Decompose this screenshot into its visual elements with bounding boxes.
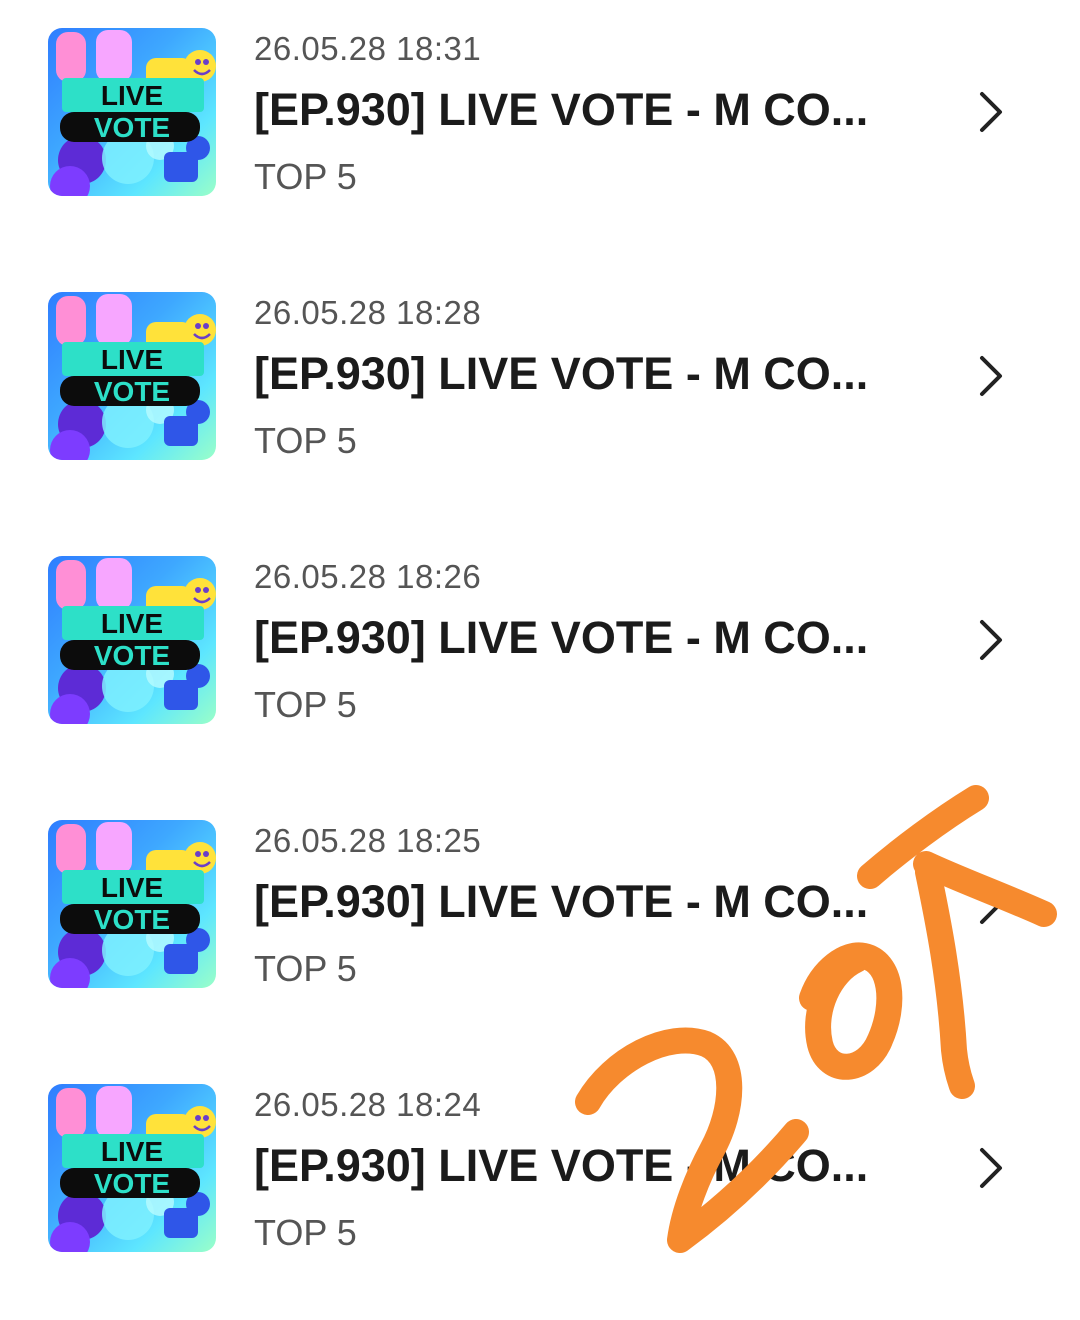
item-subtitle: TOP 5 — [254, 156, 357, 197]
thumbnail-text-vote: VOTE — [94, 112, 170, 143]
item-timestamp: 26.05.28 18:25 — [254, 822, 482, 859]
list-item[interactable]: LIVE VOTE 26.05.28 18:26 [EP.930] LIVE V… — [0, 528, 1080, 792]
item-timestamp: 26.05.28 18:26 — [254, 558, 482, 595]
list-item[interactable]: LIVE VOTE 26.05.28 18:25 [EP.930] LIVE V… — [0, 792, 1080, 1056]
thumbnail-text-live: LIVE — [101, 608, 163, 639]
item-title[interactable]: [EP.930] LIVE VOTE - M CO... — [254, 1140, 904, 1192]
item-timestamp: 26.05.28 18:28 — [254, 294, 482, 331]
thumbnail-text-live: LIVE — [101, 1136, 163, 1167]
live-vote-thumbnail: LIVE VOTE — [48, 820, 216, 988]
item-timestamp: 26.05.28 18:24 — [254, 1086, 482, 1123]
thumbnail-text-vote: VOTE — [94, 640, 170, 671]
item-title[interactable]: [EP.930] LIVE VOTE - M CO... — [254, 348, 904, 400]
live-vote-thumbnail: LIVE VOTE — [48, 1084, 216, 1252]
item-title[interactable]: [EP.930] LIVE VOTE - M CO... — [254, 84, 904, 136]
live-vote-thumbnail: LIVE VOTE — [48, 556, 216, 724]
live-vote-thumbnail: LIVE VOTE — [48, 28, 216, 196]
chevron-right-icon[interactable] — [970, 88, 1010, 136]
list-item[interactable]: LIVE VOTE 26.05.28 18:24 [EP.930] LIVE V… — [0, 1056, 1080, 1320]
list-item[interactable]: LIVE VOTE 26.05.28 18:31 [EP.930] LIVE V… — [0, 0, 1080, 264]
item-subtitle: TOP 5 — [254, 1212, 357, 1253]
item-title[interactable]: [EP.930] LIVE VOTE - M CO... — [254, 876, 904, 928]
thumbnail-text-live: LIVE — [101, 80, 163, 111]
thumbnail-text-vote: VOTE — [94, 376, 170, 407]
thumbnail-text-vote: VOTE — [94, 1168, 170, 1199]
chevron-right-icon[interactable] — [970, 1144, 1010, 1192]
chevron-right-icon[interactable] — [970, 616, 1010, 664]
thumbnail-text-vote: VOTE — [94, 904, 170, 935]
item-timestamp: 26.05.28 18:31 — [254, 30, 482, 67]
item-subtitle: TOP 5 — [254, 948, 357, 989]
live-vote-thumbnail: LIVE VOTE — [48, 292, 216, 460]
thumbnail-text-live: LIVE — [101, 344, 163, 375]
list-item[interactable]: LIVE VOTE 26.05.28 18:28 [EP.930] LIVE V… — [0, 264, 1080, 528]
chevron-right-icon[interactable] — [970, 352, 1010, 400]
item-title[interactable]: [EP.930] LIVE VOTE - M CO... — [254, 612, 904, 664]
item-subtitle: TOP 5 — [254, 420, 357, 461]
chevron-right-icon[interactable] — [970, 880, 1010, 928]
thumbnail-text-live: LIVE — [101, 872, 163, 903]
item-subtitle: TOP 5 — [254, 684, 357, 725]
